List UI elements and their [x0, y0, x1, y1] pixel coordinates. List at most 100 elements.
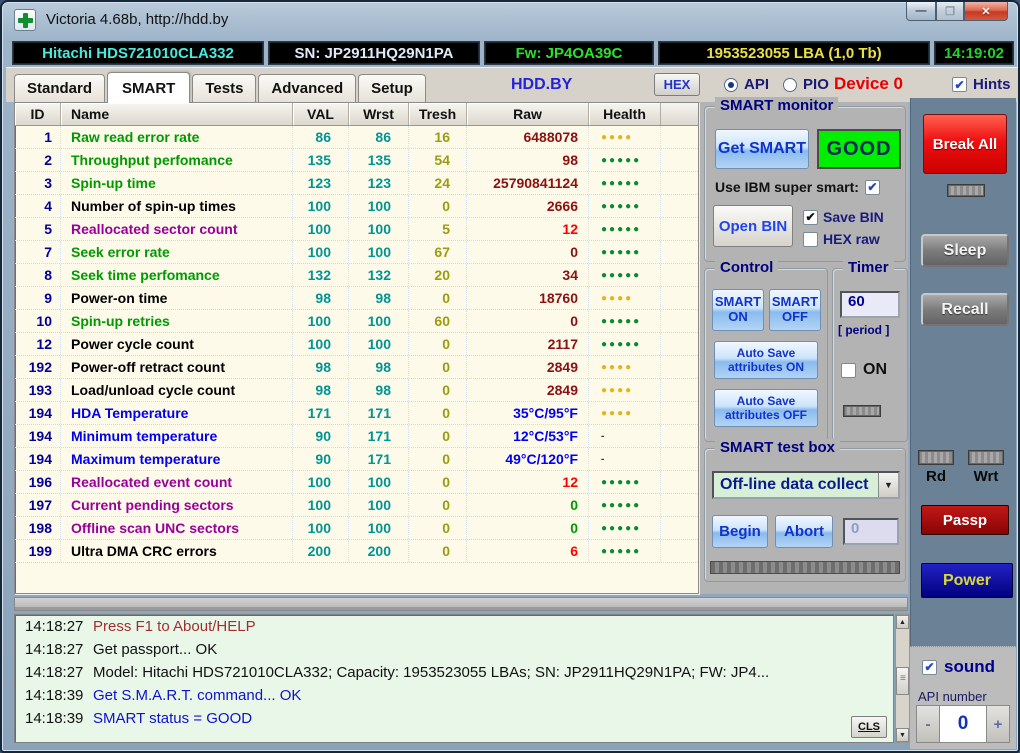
smart-off-button[interactable]: SMART OFF: [769, 289, 821, 331]
api-number-minus-button[interactable]: -: [916, 705, 940, 743]
tab-standard[interactable]: Standard: [14, 74, 106, 102]
table-row[interactable]: 8 Seek time perfomance 132 132 20 34 ●●●●●: [15, 264, 698, 287]
attr-wrst: 100: [349, 310, 409, 332]
minimize-icon[interactable]: —: [906, 2, 936, 21]
table-row[interactable]: 7 Seek error rate 100 100 67 0 ●●●●●: [15, 241, 698, 264]
table-row[interactable]: 194 Minimum temperature 90 171 0 12°C/53°F -: [15, 425, 698, 448]
title-bar[interactable]: Victoria 4.68b, http://hdd.by — ❐ ✕: [2, 2, 1018, 38]
abort-button[interactable]: Abort: [775, 515, 833, 548]
table-row[interactable]: 12 Power cycle count 100 100 0 2117 ●●●●●: [15, 333, 698, 356]
attr-raw: 6488078: [467, 126, 589, 148]
hex-raw-label: HEX raw: [823, 231, 880, 247]
auto-save-on-button[interactable]: Auto Save attributes ON: [714, 341, 818, 379]
close-icon[interactable]: ✕: [964, 2, 1008, 21]
table-row[interactable]: 193 Load/unload cycle count 98 98 0 2849 ●●●●: [15, 379, 698, 402]
table-row[interactable]: 5 Reallocated sector count 100 100 5 12 ●●●●●: [15, 218, 698, 241]
table-row[interactable]: 196 Reallocated event count 100 100 0 12 ●●●●●: [15, 471, 698, 494]
site-label: HDD.BY: [511, 76, 573, 93]
log-timestamp: 14:18:27: [25, 618, 84, 635]
smart-test-title: SMART test box: [715, 439, 841, 456]
attr-name: Power-off retract count: [61, 356, 293, 378]
hex-raw-checkbox[interactable]: [803, 231, 818, 247]
attr-health: ●●●●●: [589, 195, 661, 217]
api-number-value: 0: [940, 705, 986, 743]
attr-val: 98: [293, 379, 349, 401]
test-select-dropdown[interactable]: Off-line data collect ▼: [712, 471, 900, 499]
attr-name: Offline scan UNC sectors: [61, 517, 293, 539]
table-row[interactable]: 9 Power-on time 98 98 0 18760 ●●●●: [15, 287, 698, 310]
pio-radio[interactable]: [783, 77, 798, 92]
sound-checkbox[interactable]: ✔: [922, 659, 937, 675]
scrollbar-thumb[interactable]: [896, 667, 909, 695]
break-all-button[interactable]: Break All: [923, 114, 1007, 174]
chevron-down-icon[interactable]: ▼: [878, 473, 898, 497]
attr-wrst: 98: [349, 379, 409, 401]
attr-raw: 12°C/53°F: [467, 425, 589, 447]
api-number-plus-button[interactable]: +: [986, 705, 1010, 743]
test-counter-input[interactable]: 0: [843, 518, 899, 545]
table-row[interactable]: 192 Power-off retract count 98 98 0 2849 ●●●●: [15, 356, 698, 379]
log-line: 14:18:27 Press F1 to About/HELP: [15, 615, 893, 638]
log-timestamp: 14:18:39: [25, 710, 84, 727]
table-row[interactable]: 4 Number of spin-up times 100 100 0 2666 ●●●●●: [15, 195, 698, 218]
arrow-down-icon[interactable]: ▼: [896, 728, 909, 742]
table-row[interactable]: 1 Raw read error rate 86 86 16 6488078 ●●●●: [15, 126, 698, 149]
attr-health: ●●●●: [589, 287, 661, 309]
timer-on-checkbox[interactable]: [841, 362, 856, 378]
attr-name: Minimum temperature: [61, 425, 293, 447]
table-row[interactable]: 197 Current pending sectors 100 100 0 0 ●●●●●: [15, 494, 698, 517]
table-row[interactable]: 2 Throughput perfomance 135 135 54 98 ●●●●●: [15, 149, 698, 172]
read-led-label: Rd: [926, 468, 946, 485]
api-radio[interactable]: [724, 77, 738, 92]
attr-val: 135: [293, 149, 349, 171]
attr-health: ●●●●●: [589, 172, 661, 194]
smart-test-group: SMART test box Off-line data collect ▼ B…: [704, 439, 906, 582]
attr-raw: 2849: [467, 356, 589, 378]
table-row[interactable]: 3 Spin-up time 123 123 24 25790841124 ●●●●●: [15, 172, 698, 195]
attr-name: Number of spin-up times: [61, 195, 293, 217]
auto-save-off-button[interactable]: Auto Save attributes OFF: [714, 389, 818, 427]
tab-smart[interactable]: SMART: [107, 72, 191, 103]
log-message: Model: Hitachi HDS721010CLA332; Capacity…: [93, 664, 770, 681]
table-row[interactable]: 194 HDA Temperature 171 171 0 35°C/95°F ●●●●: [15, 402, 698, 425]
tab-advanced[interactable]: Advanced: [258, 74, 357, 102]
get-smart-button[interactable]: Get SMART: [715, 129, 809, 169]
column-header-val: VAL: [293, 103, 349, 125]
log-scrollbar[interactable]: ▲ ▼: [895, 614, 910, 743]
attr-tresh: 54: [409, 149, 467, 171]
maximize-icon[interactable]: ❐: [936, 2, 964, 21]
passport-button[interactable]: Passp: [921, 505, 1009, 535]
test-progress-bar: [710, 561, 900, 574]
attr-health: ●●●●●: [589, 494, 661, 516]
arrow-up-icon[interactable]: ▲: [896, 615, 909, 629]
hints-checkbox[interactable]: ✔: [952, 77, 967, 92]
attr-tresh: 0: [409, 425, 467, 447]
recall-button[interactable]: Recall: [921, 293, 1009, 326]
table-row[interactable]: 10 Spin-up retries 100 100 60 0 ●●●●●: [15, 310, 698, 333]
tab-tests[interactable]: Tests: [192, 74, 257, 102]
attr-health: ●●●●: [589, 379, 661, 401]
drive-capacity: 1953523055 LBA (1,0 Tb): [658, 41, 930, 65]
timer-period-input[interactable]: 60: [840, 291, 900, 318]
table-row[interactable]: 199 Ultra DMA CRC errors 200 200 0 6 ●●●●●: [15, 540, 698, 563]
control-title: Control: [715, 259, 779, 276]
hex-button[interactable]: HEX: [654, 73, 700, 96]
save-bin-checkbox[interactable]: ✔: [803, 209, 818, 225]
open-bin-button[interactable]: Open BIN: [713, 205, 793, 247]
attr-health: ●●●●●: [589, 264, 661, 286]
clear-log-button[interactable]: CLS: [851, 716, 887, 738]
table-row[interactable]: 198 Offline scan UNC sectors 100 100 0 0 ●●●●●: [15, 517, 698, 540]
sleep-button[interactable]: Sleep: [921, 234, 1009, 267]
log-timestamp: 14:18:27: [25, 641, 84, 658]
tab-setup[interactable]: Setup: [358, 74, 426, 102]
attr-val: 98: [293, 287, 349, 309]
attr-id: 192: [15, 356, 61, 378]
begin-button[interactable]: Begin: [712, 515, 768, 548]
timer-period-label: [ period ]: [838, 323, 890, 337]
table-row[interactable]: 194 Maximum temperature 90 171 0 49°C/120°F -: [15, 448, 698, 471]
ibm-super-smart-checkbox[interactable]: ✔: [864, 179, 880, 195]
smart-on-button[interactable]: SMART ON: [712, 289, 764, 331]
power-button[interactable]: Power: [921, 563, 1013, 598]
attr-health: ●●●●: [589, 356, 661, 378]
attr-id: 193: [15, 379, 61, 401]
